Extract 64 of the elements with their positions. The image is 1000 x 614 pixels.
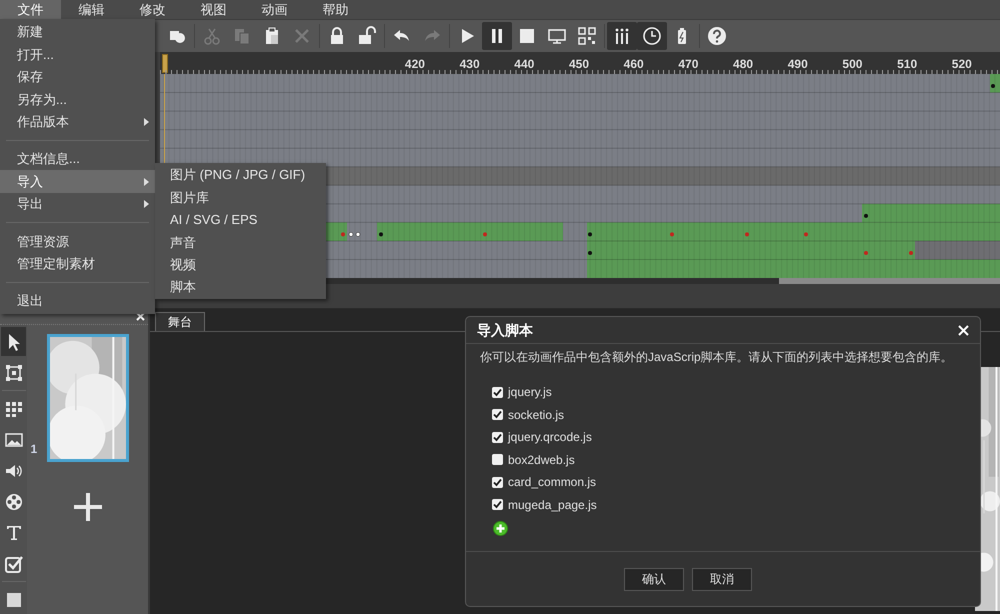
dialog-button[interactable]: 确认 — [624, 568, 684, 590]
menu-item[interactable]: 视图 — [183, 0, 244, 19]
menu-item[interactable]: 图片 (PNG / JPG / GIF) — [155, 164, 326, 186]
menu-item[interactable]: 帮助 — [305, 0, 366, 19]
frame-number: 440 — [514, 56, 534, 73]
add-icon[interactable] — [493, 521, 508, 536]
close-icon[interactable] — [136, 312, 145, 321]
frame-number: 420 — [404, 56, 425, 73]
stage-tab[interactable]: 舞台 — [155, 312, 205, 331]
clock-icon[interactable] — [637, 22, 667, 50]
menu-item[interactable]: 管理定制素材 — [0, 252, 155, 275]
pointer-icon[interactable] — [1, 327, 26, 356]
menu-item[interactable]: 导出 — [0, 192, 155, 216]
menu-item[interactable]: 图片库 — [155, 186, 326, 209]
library-label: mugeda_page.js — [508, 496, 597, 514]
checkbox[interactable] — [492, 432, 503, 443]
checkbox[interactable] — [492, 386, 503, 398]
menu-item[interactable]: 保存 — [0, 66, 155, 88]
menu-item[interactable]: 脚本 — [155, 276, 326, 298]
dialog-description: 你可以在动画作品中包含额外的JavaScrip脚本库。请从下面的列表中选择想要包含的库。 — [479, 349, 954, 366]
menu-item[interactable]: 新建 — [0, 21, 155, 44]
menu-item[interactable]: 编辑 — [61, 0, 122, 19]
frame-number: 500 — [842, 56, 862, 73]
submenu-arrow-icon — [144, 118, 149, 126]
frame-number: 430 — [460, 56, 480, 73]
menu-item[interactable]: 作品版本 — [0, 110, 155, 133]
frame-number: 460 — [624, 56, 644, 73]
frame-number: 520 — [952, 56, 972, 73]
menu-item[interactable]: 另存为... — [0, 88, 155, 111]
menu-item[interactable]: 视频 — [155, 254, 326, 276]
frame-number: 450 — [568, 56, 590, 73]
frame-number: 470 — [678, 56, 698, 73]
submenu-arrow-icon — [144, 178, 149, 186]
menu-item[interactable]: 声音 — [155, 231, 326, 254]
checkbox[interactable] — [492, 476, 503, 488]
frame-number: 510 — [897, 56, 918, 73]
menu-item[interactable]: 修改 — [122, 0, 183, 19]
checkbox[interactable] — [492, 454, 503, 466]
checkbox[interactable] — [492, 499, 503, 510]
submenu-arrow-icon — [144, 200, 149, 208]
frame-number: 480 — [733, 56, 754, 73]
menu-item[interactable]: 文件 — [0, 0, 61, 19]
checkbox[interactable] — [492, 409, 503, 420]
frame-number: 490 — [788, 56, 808, 73]
bars-icon[interactable] — [607, 22, 637, 50]
menu-item[interactable]: 管理资源 — [0, 230, 155, 253]
menu-item[interactable]: 文档信息... — [0, 148, 155, 170]
menu-item[interactable]: 打开... — [0, 43, 155, 66]
library-label: card_common.js — [508, 474, 596, 492]
menu-item[interactable]: 导入 — [0, 170, 155, 193]
close-icon[interactable] — [958, 324, 969, 336]
playhead-marker[interactable] — [162, 54, 168, 73]
page-number: 1 — [30, 441, 38, 458]
menu-item[interactable]: 退出 — [0, 290, 155, 312]
pause-icon[interactable] — [482, 22, 512, 50]
library-label: box2dweb.js — [508, 452, 575, 469]
scrollbar-thumb[interactable] — [779, 278, 1000, 284]
library-label: socketio.js — [508, 406, 564, 424]
dialog-title: 导入脚本 — [477, 320, 533, 340]
menu-item[interactable]: 动画 — [244, 0, 305, 19]
menu-item[interactable]: AI / SVG / EPS — [155, 208, 326, 232]
dialog-button[interactable]: 取消 — [692, 568, 752, 590]
library-label: jquery.js — [508, 384, 552, 402]
library-label: jquery.qrcode.js — [508, 429, 592, 446]
